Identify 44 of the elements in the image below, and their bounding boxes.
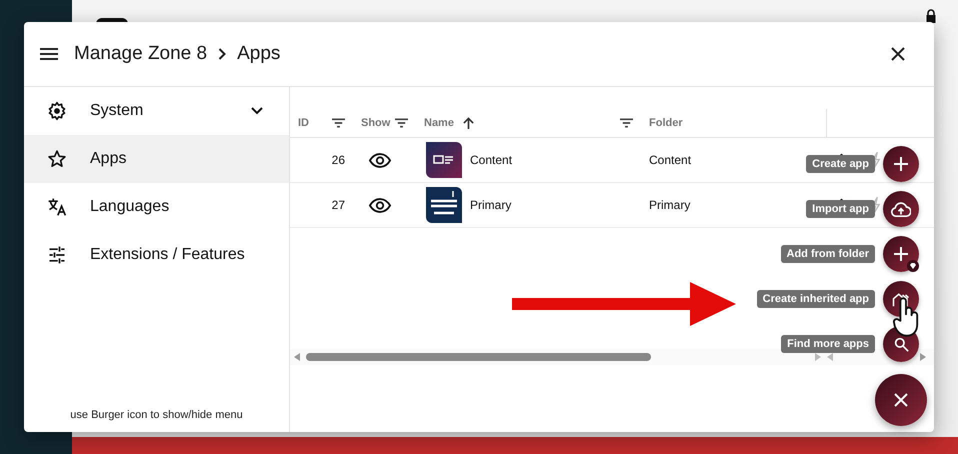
scrollbar[interactable] (290, 349, 934, 365)
menu-icon[interactable] (40, 48, 58, 60)
eye-icon[interactable] (368, 198, 390, 212)
app-logo-icon (426, 187, 462, 223)
table-cell: Primary (470, 198, 512, 212)
column-header[interactable]: Name (424, 117, 454, 129)
dialog-title: Apps (237, 43, 280, 65)
table-cell: Content (470, 153, 512, 167)
lock-icon (926, 9, 936, 23)
table-cell-text: 27 (330, 198, 346, 212)
sidebar-item[interactable]: Apps (24, 135, 289, 183)
column-header[interactable]: Folder (649, 117, 683, 129)
tooltip: Add from folder (780, 245, 875, 263)
hand-cursor-icon (892, 296, 920, 338)
dialog-title: Manage Zone 8 (74, 43, 208, 65)
star-icon (47, 149, 67, 169)
chevron-icon (218, 48, 226, 60)
app-logo-icon (426, 142, 462, 178)
filter-icon[interactable] (620, 118, 633, 128)
plus-icon (894, 247, 908, 261)
plus-icon (894, 157, 908, 171)
sliders-icon (47, 245, 67, 265)
translate-icon (47, 197, 67, 217)
tooltip: Import app (806, 200, 875, 218)
column-header[interactable]: Show (361, 117, 390, 129)
sidebar-item[interactable]: System (24, 87, 289, 135)
hint-text: use Burger icon to show/hide menu (69, 409, 244, 423)
table-cell-text: 26 (330, 153, 346, 167)
eye-icon[interactable] (368, 152, 390, 168)
close-icon (894, 393, 908, 407)
close-icon[interactable] (891, 47, 905, 61)
tooltip: Create app (806, 155, 875, 173)
tooltip: Create inherited app (756, 290, 875, 308)
scroll-left-icon[interactable] (294, 353, 300, 361)
tooltip: Find more apps (781, 335, 875, 353)
column-header[interactable]: ID (298, 117, 309, 129)
search-icon (894, 336, 908, 352)
filter-icon[interactable] (395, 118, 408, 128)
sidebar-item[interactable]: Extensions / Features (24, 231, 289, 279)
sidebar-item[interactable]: Languages (24, 183, 289, 231)
arrow-up-icon[interactable] (462, 116, 474, 130)
filter-icon[interactable] (332, 118, 345, 128)
cloud-upload-icon (891, 202, 911, 216)
gear-icon (47, 101, 67, 121)
